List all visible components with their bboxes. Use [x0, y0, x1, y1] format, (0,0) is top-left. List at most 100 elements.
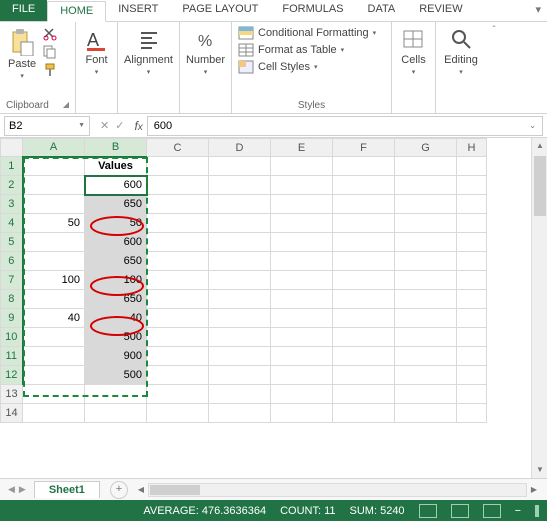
cell-b12[interactable]: 500 — [85, 366, 147, 385]
vertical-scrollbar[interactable]: ▲ ▼ — [531, 138, 547, 478]
formula-input[interactable]: 600 ⌄ — [147, 116, 543, 136]
view-page-break-button[interactable] — [483, 504, 501, 518]
col-header-c[interactable]: C — [147, 139, 209, 157]
col-header-b[interactable]: B — [85, 139, 147, 157]
select-all-corner[interactable] — [1, 139, 23, 157]
cell-b10[interactable]: 500 — [85, 328, 147, 347]
scissors-icon — [43, 27, 57, 41]
expand-formula-bar-icon[interactable]: ⌄ — [529, 121, 536, 130]
cell-b4[interactable]: 50 — [85, 214, 147, 233]
sheet-nav-next-icon[interactable]: ▶ — [19, 484, 26, 495]
view-page-layout-button[interactable] — [451, 504, 469, 518]
row-header[interactable]: 5 — [1, 233, 23, 252]
row-header[interactable]: 10 — [1, 328, 23, 347]
col-header-d[interactable]: D — [209, 139, 271, 157]
format-as-table-button[interactable]: Format as Table▾ — [238, 43, 376, 57]
row-header[interactable]: 12 — [1, 366, 23, 385]
dropdown-arrow-icon: ▾ — [95, 68, 99, 76]
cell-b8[interactable]: 650 — [85, 290, 147, 309]
enter-formula-icon[interactable]: ✓ — [115, 119, 124, 132]
row-header[interactable]: 7 — [1, 271, 23, 290]
col-header-f[interactable]: F — [333, 139, 395, 157]
conditional-formatting-button[interactable]: Conditional Formatting▾ — [238, 26, 376, 40]
horizontal-scrollbar[interactable]: ◀ ▶ — [134, 483, 541, 497]
tab-formulas[interactable]: FORMULAS — [270, 0, 355, 21]
tab-data[interactable]: DATA — [356, 0, 408, 21]
ribbon-collapse-button[interactable]: ˆ — [486, 22, 502, 113]
cell-a7[interactable]: 100 — [23, 271, 85, 290]
row-header[interactable]: 11 — [1, 347, 23, 366]
sheet-nav-prev-icon[interactable]: ◀ — [8, 484, 15, 495]
cell-a4[interactable]: 50 — [23, 214, 85, 233]
row-header[interactable]: 4 — [1, 214, 23, 233]
formula-value: 600 — [154, 120, 172, 132]
row-header[interactable]: 14 — [1, 404, 23, 423]
svg-text:A: A — [87, 30, 99, 50]
row-header[interactable]: 9 — [1, 309, 23, 328]
paste-button[interactable]: Paste ▾ — [6, 26, 38, 82]
alignment-button[interactable]: Alignment ▾ — [122, 26, 175, 78]
cell-styles-button[interactable]: Cell Styles▾ — [238, 60, 376, 74]
col-header-a[interactable]: A — [23, 139, 85, 157]
row-header[interactable]: 8 — [1, 290, 23, 309]
clipboard-dialog-launcher[interactable]: ◢ — [63, 100, 69, 109]
cell-b9[interactable]: 40 — [85, 309, 147, 328]
fx-icon[interactable]: fx — [130, 119, 146, 133]
cell-b3[interactable]: 650 — [85, 195, 147, 214]
tab-page-layout[interactable]: PAGE LAYOUT — [170, 0, 270, 21]
ribbon-collapse-icon[interactable]: ▾ — [529, 0, 547, 21]
cells-button[interactable]: Cells ▾ — [399, 26, 427, 78]
cell-b5[interactable]: 600 — [85, 233, 147, 252]
row-header[interactable]: 6 — [1, 252, 23, 271]
group-styles-label: Styles — [238, 98, 385, 111]
name-box[interactable]: B2 ▼ — [4, 116, 90, 136]
number-button[interactable]: % Number ▾ — [184, 26, 227, 78]
font-button[interactable]: A Font ▾ — [83, 26, 109, 78]
editing-button[interactable]: Editing ▾ — [442, 26, 480, 78]
col-header-e[interactable]: E — [271, 139, 333, 157]
cut-button[interactable] — [42, 26, 58, 42]
col-header-g[interactable]: G — [395, 139, 457, 157]
cancel-formula-icon[interactable]: ✕ — [100, 119, 109, 132]
group-styles: Conditional Formatting▾ Format as Table▾… — [232, 22, 392, 113]
paintbrush-icon — [43, 63, 57, 77]
cell-b7[interactable]: 100 — [85, 271, 147, 290]
format-painter-button[interactable] — [42, 62, 58, 78]
scroll-left-icon[interactable]: ◀ — [134, 485, 148, 494]
cell-b1[interactable]: Values — [85, 157, 147, 176]
cell-b6[interactable]: 650 — [85, 252, 147, 271]
tab-home[interactable]: HOME — [47, 1, 106, 22]
scroll-down-icon[interactable]: ▼ — [532, 462, 547, 478]
row-header[interactable]: 13 — [1, 385, 23, 404]
group-editing: Editing ▾ — [436, 22, 486, 113]
tab-file[interactable]: FILE — [0, 0, 47, 21]
cell-b2[interactable]: 600 — [85, 176, 147, 195]
cells-label: Cells — [401, 54, 425, 66]
tab-insert[interactable]: INSERT — [106, 0, 170, 21]
table-icon — [238, 43, 254, 57]
scrollbar-thumb[interactable] — [150, 485, 200, 495]
zoom-slider[interactable] — [535, 505, 539, 517]
cell-a9[interactable]: 40 — [23, 309, 85, 328]
scrollbar-thumb[interactable] — [534, 156, 546, 216]
view-normal-button[interactable] — [419, 504, 437, 518]
dropdown-arrow-icon: ▼ — [78, 122, 85, 129]
col-header-h[interactable]: H — [457, 139, 487, 157]
row-header[interactable]: 3 — [1, 195, 23, 214]
sheet-tab-sheet1[interactable]: Sheet1 — [34, 481, 100, 498]
row-header[interactable]: 2 — [1, 176, 23, 195]
cells-icon — [402, 28, 424, 52]
percent-icon: % — [195, 28, 217, 52]
cells-table[interactable]: A B C D E F G H 1Values 2600 3650 45050 … — [0, 138, 487, 423]
copy-button[interactable] — [42, 44, 58, 60]
zoom-out-button[interactable]: − — [515, 505, 521, 517]
row-header[interactable]: 1 — [1, 157, 23, 176]
scroll-right-icon[interactable]: ▶ — [527, 485, 541, 494]
status-bar: AVERAGE: 476.3636364 COUNT: 11 SUM: 5240… — [0, 500, 547, 521]
scroll-up-icon[interactable]: ▲ — [532, 138, 547, 154]
dropdown-arrow-icon: ▾ — [204, 68, 208, 76]
tab-review[interactable]: REVIEW — [407, 0, 474, 21]
add-sheet-button[interactable]: + — [110, 481, 128, 499]
cell-b11[interactable]: 900 — [85, 347, 147, 366]
group-font: A Font ▾ — [76, 22, 118, 113]
